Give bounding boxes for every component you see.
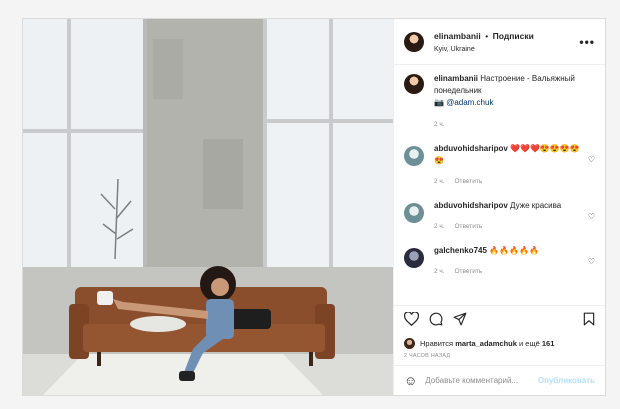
comment-username[interactable]: abduvohidsharipov <box>434 201 508 210</box>
commenter-avatar[interactable] <box>404 248 424 268</box>
comment-body: abduvohidsharipov ❤️❤️❤️😍😍😍😍😍 2 ч. Ответ… <box>434 143 595 194</box>
caption-body: elinambanii Настроение - Вальяжный понед… <box>434 71 595 137</box>
caption-time[interactable]: 2 ч. <box>434 121 445 128</box>
add-comment-bar: ☺ Добавьте комментарий... Опубликовать <box>394 365 605 395</box>
bookmark-icon[interactable] <box>583 312 595 329</box>
comment-body: galchenko745 🔥🔥🔥🔥🔥 2 ч. Ответить <box>434 245 595 284</box>
header-separator: • <box>485 30 489 41</box>
comment-username[interactable]: galchenko745 <box>434 246 487 255</box>
heart-icon[interactable] <box>403 311 420 329</box>
liker-username[interactable]: marta_adamchuk <box>455 339 517 348</box>
post-location[interactable]: Kyiv, Ukraine <box>434 43 579 56</box>
likes-prefix: Нравится <box>420 338 454 348</box>
comment-item: abduvohidsharipov ❤️❤️❤️😍😍😍😍😍 2 ч. Ответ… <box>404 143 595 194</box>
author-info: elinambanii • Подписки Kyiv, Ukraine <box>434 28 579 56</box>
comment-text: Дуже красива <box>510 201 562 210</box>
caption-mention[interactable]: @adam.chuk <box>446 98 493 107</box>
commenter-avatar[interactable] <box>404 203 424 223</box>
photo-illustration <box>23 19 393 395</box>
comment-text: 🔥🔥🔥🔥🔥 <box>489 246 539 255</box>
more-options-icon[interactable]: ••• <box>579 35 595 49</box>
post-photo[interactable] <box>23 19 393 395</box>
reply-button[interactable]: Ответить <box>454 223 482 230</box>
comment-like-heart-icon[interactable]: ♡ <box>588 155 595 164</box>
post-time[interactable]: 2 ЧАСОВ НАЗАД <box>394 351 605 365</box>
comment-body: abduvohidsharipov Дуже красива 2 ч. Отве… <box>434 200 595 239</box>
comment-time[interactable]: 2 ч. <box>434 223 445 230</box>
comment-username[interactable]: abduvohidsharipov <box>434 144 508 153</box>
reply-button[interactable]: Ответить <box>454 178 482 185</box>
likes-middle: и ещё <box>519 338 540 348</box>
comment-item: abduvohidsharipov Дуже красива 2 ч. Отве… <box>404 200 595 239</box>
author-username[interactable]: elinambanii <box>434 31 481 41</box>
paper-plane-icon[interactable] <box>453 312 467 329</box>
liker-avatar[interactable] <box>404 337 415 349</box>
post-sidebar: elinambanii • Подписки Kyiv, Ukraine •••… <box>393 19 605 395</box>
post-modal: elinambanii • Подписки Kyiv, Ukraine •••… <box>22 18 606 396</box>
comment-time[interactable]: 2 ч. <box>434 268 445 275</box>
camera-emoji: 📷 <box>434 98 444 107</box>
post-header: elinambanii • Подписки Kyiv, Ukraine ••• <box>394 19 605 65</box>
reply-button[interactable]: Ответить <box>454 268 482 275</box>
likes-summary: Нравится marta_adamchuk и ещё 161 <box>394 335 605 351</box>
action-bar <box>394 305 605 335</box>
comment-item: galchenko745 🔥🔥🔥🔥🔥 2 ч. Ответить ♡ <box>404 245 595 284</box>
follow-button[interactable]: Подписки <box>493 31 534 41</box>
comment-like-heart-icon[interactable]: ♡ <box>588 257 595 266</box>
smiley-icon[interactable]: ☺ <box>404 373 417 388</box>
comment-input[interactable]: Добавьте комментарий... <box>425 376 538 385</box>
comments-list[interactable]: elinambanii Настроение - Вальяжный понед… <box>394 65 605 305</box>
publish-button[interactable]: Опубликовать <box>538 376 595 385</box>
caption-avatar[interactable] <box>404 74 424 94</box>
comment-like-heart-icon[interactable]: ♡ <box>588 212 595 221</box>
likes-count[interactable]: 161 <box>542 339 555 348</box>
caption-username[interactable]: elinambanii <box>434 74 478 83</box>
commenter-avatar[interactable] <box>404 146 424 166</box>
comment-icon[interactable] <box>429 312 443 329</box>
comment-time[interactable]: 2 ч. <box>434 178 445 185</box>
caption: elinambanii Настроение - Вальяжный понед… <box>404 71 595 137</box>
author-avatar[interactable] <box>404 31 424 52</box>
